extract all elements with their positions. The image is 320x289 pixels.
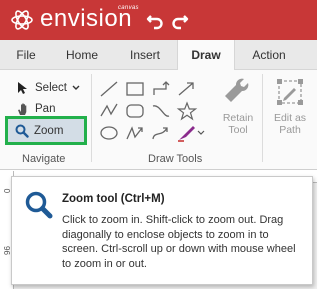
edit-path-icon	[277, 79, 303, 105]
retain-tool-label-line2: Tool	[228, 124, 248, 136]
tab-action[interactable]: Action	[245, 40, 293, 70]
tooltip-title: Zoom tool (Ctrl+M)	[62, 193, 165, 205]
curved-connector-icon[interactable]	[150, 123, 172, 143]
star-icon[interactable]	[176, 101, 198, 121]
magnifier-icon	[25, 191, 53, 219]
ribbon-divider	[262, 74, 263, 162]
zoom-button[interactable]: Zoom	[8, 119, 84, 142]
redo-icon[interactable]	[170, 10, 190, 30]
wrench-icon	[225, 78, 249, 102]
retain-tool-button[interactable]: Retain Tool	[218, 78, 258, 136]
app-brand-super: canvas	[118, 5, 139, 11]
line-icon[interactable]	[98, 79, 120, 99]
tab-home[interactable]: Home	[56, 40, 108, 70]
arrow-icon[interactable]	[176, 79, 198, 99]
rounded-rectangle-icon[interactable]	[124, 101, 146, 121]
title-bar: envision canvas	[0, 0, 317, 40]
chevron-down-icon	[72, 85, 80, 90]
hand-icon	[18, 103, 27, 115]
zoom-tooltip: Zoom tool (Ctrl+M) Click to zoom in. Shi…	[11, 176, 313, 285]
zoom-label: Zoom	[34, 124, 64, 137]
tab-draw[interactable]: Draw	[177, 40, 235, 71]
pen-icon[interactable]	[176, 123, 206, 143]
connector-icon[interactable]	[150, 79, 172, 99]
tooltip-body: Click to zoom in. Shift-click to zoom ou…	[62, 214, 296, 270]
ellipse-icon[interactable]	[98, 123, 120, 143]
select-label: Select	[35, 82, 67, 94]
select-button[interactable]: Select	[16, 78, 86, 98]
edit-as-path-label-line2: Path	[279, 124, 301, 136]
rectangle-icon[interactable]	[124, 79, 146, 99]
edit-as-path-button[interactable]: Edit as Path	[270, 78, 310, 136]
curve-icon[interactable]	[150, 101, 172, 121]
ribbon: Select Pan Zoom Navigate Draw Tools Reta…	[0, 70, 317, 170]
freehand-arrow-icon[interactable]	[124, 123, 146, 143]
polyline-icon[interactable]	[98, 101, 120, 121]
draw-tools-group-label: Draw Tools	[148, 153, 203, 165]
envision-logo-icon	[11, 10, 33, 30]
navigate-group-label: Navigate	[22, 153, 66, 165]
tab-insert[interactable]: Insert	[120, 40, 170, 70]
tab-file[interactable]: File	[10, 40, 42, 70]
retain-tool-label-line1: Retain	[222, 112, 254, 124]
ribbon-divider	[91, 74, 92, 162]
edit-as-path-label-line1: Edit as	[273, 112, 307, 124]
cursor-icon	[18, 82, 27, 94]
undo-icon[interactable]	[145, 10, 165, 30]
pan-label: Pan	[35, 103, 56, 115]
magnifier-icon	[15, 124, 29, 138]
menu-bar: File Home Insert Draw Action	[0, 40, 317, 71]
